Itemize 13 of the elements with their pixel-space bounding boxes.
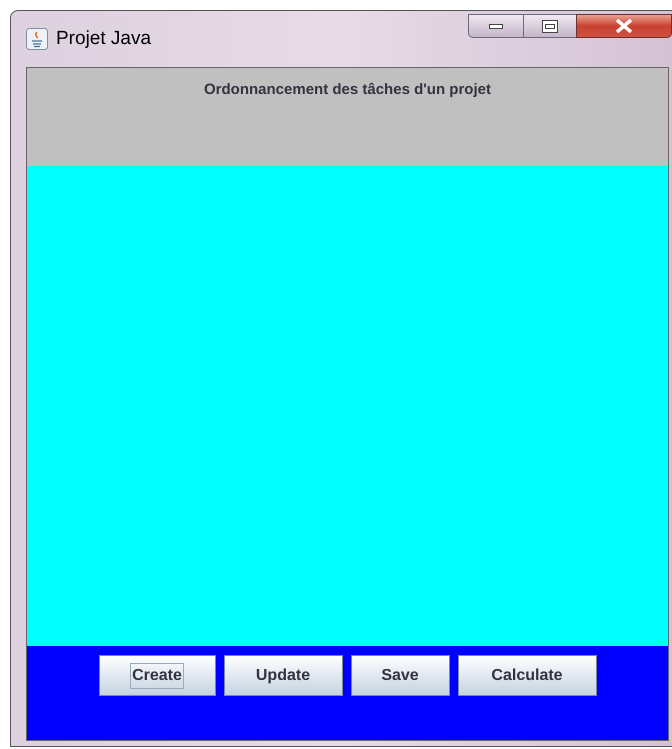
action-button[interactable]: Update [224,655,342,696]
maximize-icon [542,20,558,32]
close-icon [615,19,633,33]
close-button[interactable] [576,14,672,38]
minimize-button[interactable] [468,14,524,38]
action-button[interactable]: Save [350,655,450,696]
minimize-icon [489,24,503,28]
action-button[interactable]: Calculate [458,655,596,696]
action-button[interactable]: Create [98,655,216,696]
header-title: Ordonnancement des tâches d'un projet [204,80,491,100]
window-title: Projet Java [56,26,152,51]
java-app-icon [26,28,48,50]
maximize-button[interactable] [524,14,576,38]
